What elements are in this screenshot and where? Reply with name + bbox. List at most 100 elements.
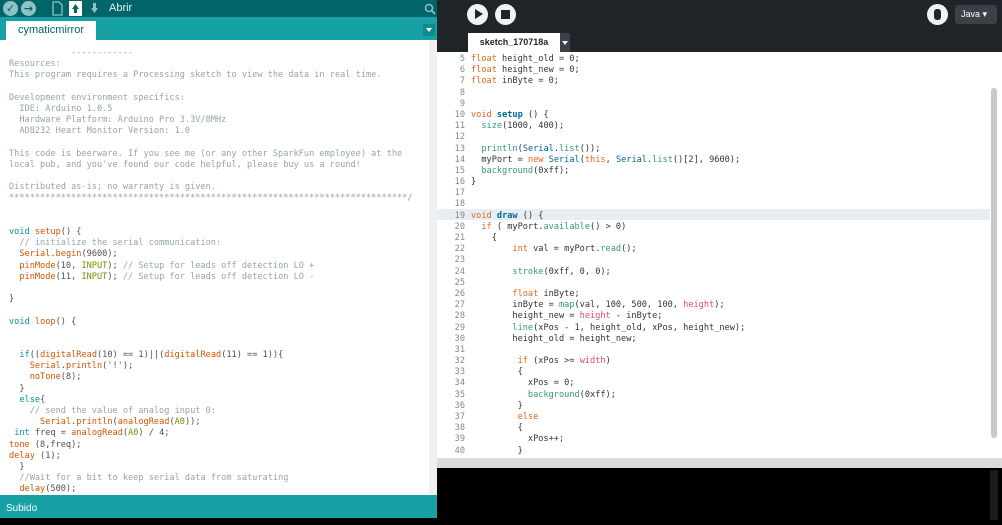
arrow-right-icon: →	[23, 2, 34, 15]
code-line: //Wait for a bit to keep serial data fro…	[19, 473, 289, 484]
code-line: }	[9, 383, 25, 394]
code-line: AD8232 Heart Monitor Version: 1.0	[9, 126, 191, 137]
code-line: 28 height_new = height - inByte;	[437, 311, 745, 322]
arduino-status-bar: Subido	[0, 500, 437, 518]
arduino-tab-bar: cymaticmirror	[0, 17, 437, 40]
code-line: 33 {	[437, 367, 745, 378]
code-text: }	[471, 445, 523, 456]
new-sketch-button[interactable]	[51, 1, 64, 16]
upload-button[interactable]: →	[21, 1, 36, 16]
line-number: 40	[454, 445, 465, 456]
code-text: {	[471, 423, 523, 434]
arduino-code: ------------ Resources: This program requi…	[9, 48, 413, 495]
code-line: 20 if ( myPort.available() > 0)	[437, 222, 745, 233]
line-number: 7	[459, 76, 465, 87]
line-number: 29	[454, 322, 465, 333]
arduino-editor-scrollbar[interactable]	[429, 40, 437, 495]
line-number: 27	[454, 300, 465, 311]
code-line: tone (8,freq);	[9, 439, 82, 450]
code-text: inByte = map(val, 100, 500, 100, height)…	[471, 300, 725, 311]
checkmark-icon: ✓	[5, 2, 16, 15]
code-text: void setup () {	[471, 109, 549, 120]
code-text: myPort = new Serial(this, Serial.list()[…	[471, 154, 741, 165]
console-scrollbar[interactable]	[990, 470, 998, 520]
code-text: else	[517, 412, 539, 422]
serial-monitor-button[interactable]	[423, 1, 436, 15]
tab-sketch[interactable]: sketch_170718a	[468, 33, 560, 52]
code-line: pinMode(10, INPUT); // Setup for leads o…	[19, 260, 315, 271]
save-button[interactable]	[88, 1, 101, 16]
line-number: 34	[454, 378, 465, 389]
line-number: 15	[454, 165, 465, 176]
code-line: This code is beerware. If you see me (or…	[9, 148, 403, 159]
line-number: 25	[454, 277, 465, 288]
code-line: 8	[437, 88, 745, 99]
save-arrow-down-icon	[91, 3, 98, 13]
code-line: Distributed as-is; no warranty is given.	[9, 182, 216, 193]
open-arrow-up-icon	[72, 4, 79, 13]
line-number: 22	[454, 244, 465, 255]
code-line: 13 println(Serial.list());	[437, 144, 745, 155]
mode-selector[interactable]: Java ▾	[955, 5, 997, 24]
code-line: if((digitalRead(10) == 1)||(digitalRead(…	[19, 350, 284, 361]
tab-cymaticmirror[interactable]: cymaticmirror	[6, 21, 96, 40]
stop-button[interactable]	[495, 4, 516, 25]
code-text: height_old = height_new;	[471, 333, 637, 344]
line-number: 35	[454, 389, 465, 400]
line-number: 32	[454, 356, 465, 367]
processing-code-editor[interactable]: 5 float height_old = 0; 6 float height_new …	[437, 52, 990, 458]
code-text: line(xPos - 1, height_old, xPos, height_…	[512, 322, 746, 333]
code-text: xPos++;	[471, 434, 565, 445]
line-number: 16	[454, 177, 465, 188]
code-text: xPos = 0;	[471, 378, 575, 389]
code-text: float height_new = 0;	[471, 65, 580, 76]
code-line: 37 else	[437, 412, 745, 423]
code-line: Resources:	[9, 59, 61, 70]
line-number: 11	[454, 121, 465, 132]
code-line: }	[9, 461, 25, 472]
code-line: 31	[437, 345, 745, 356]
code-line: 22 int val = myPort.read();	[437, 244, 745, 255]
run-button[interactable]	[467, 4, 488, 25]
code-line: else{	[19, 394, 46, 405]
code-line: 27 inByte = map(val, 100, 500, 100, heig…	[437, 300, 745, 311]
new-file-icon	[52, 1, 63, 16]
code-line: delay (1);	[9, 450, 61, 461]
code-line: IDE: Arduino 1.0.5	[9, 103, 113, 114]
line-number: 20	[454, 221, 465, 232]
tab-menu-button[interactable]	[560, 33, 570, 52]
code-line: // initialize the serial communication:	[19, 238, 222, 249]
line-number: 13	[454, 143, 465, 154]
code-line: 7 float inByte = 0;	[437, 76, 745, 87]
tab-menu-button[interactable]	[423, 24, 435, 36]
code-line: 30 height_old = height_new;	[437, 334, 745, 345]
code-text: background(0xff);	[527, 389, 616, 400]
verify-button[interactable]: ✓	[3, 1, 18, 16]
processing-tab-bar: sketch_170718a	[437, 30, 1002, 52]
code-line: 12	[437, 132, 745, 143]
editor-console-divider[interactable]	[437, 458, 1002, 468]
code-text: float height_old = 0;	[471, 54, 580, 64]
code-line: 11 size(1000, 400);	[437, 121, 745, 132]
code-line: Serial.println(analogRead(A0));	[40, 417, 201, 428]
code-text: println(Serial.list());	[481, 143, 601, 154]
code-text: }	[471, 400, 523, 411]
processing-code: 5 float height_old = 0; 6 float height_new …	[437, 54, 746, 457]
line-number: 38	[454, 423, 465, 434]
code-text: int val = myPort.read();	[512, 244, 637, 255]
code-text: stroke(0xff, 0, 0);	[512, 266, 611, 277]
debugger-button[interactable]	[927, 4, 948, 25]
code-line: pinMode(11, INPUT); // Setup for leads o…	[19, 271, 315, 282]
scrollbar-thumb[interactable]	[991, 88, 997, 438]
code-line: int freq = analogRead(A0) / 4;	[14, 428, 170, 439]
open-button[interactable]	[69, 1, 82, 16]
code-line: 29 line(xPos - 1, height_old, xPos, heig…	[437, 322, 746, 334]
arduino-code-editor[interactable]: ------------ Resources: This program requi…	[0, 40, 429, 495]
processing-toolbar: Java ▾	[437, 0, 1002, 30]
